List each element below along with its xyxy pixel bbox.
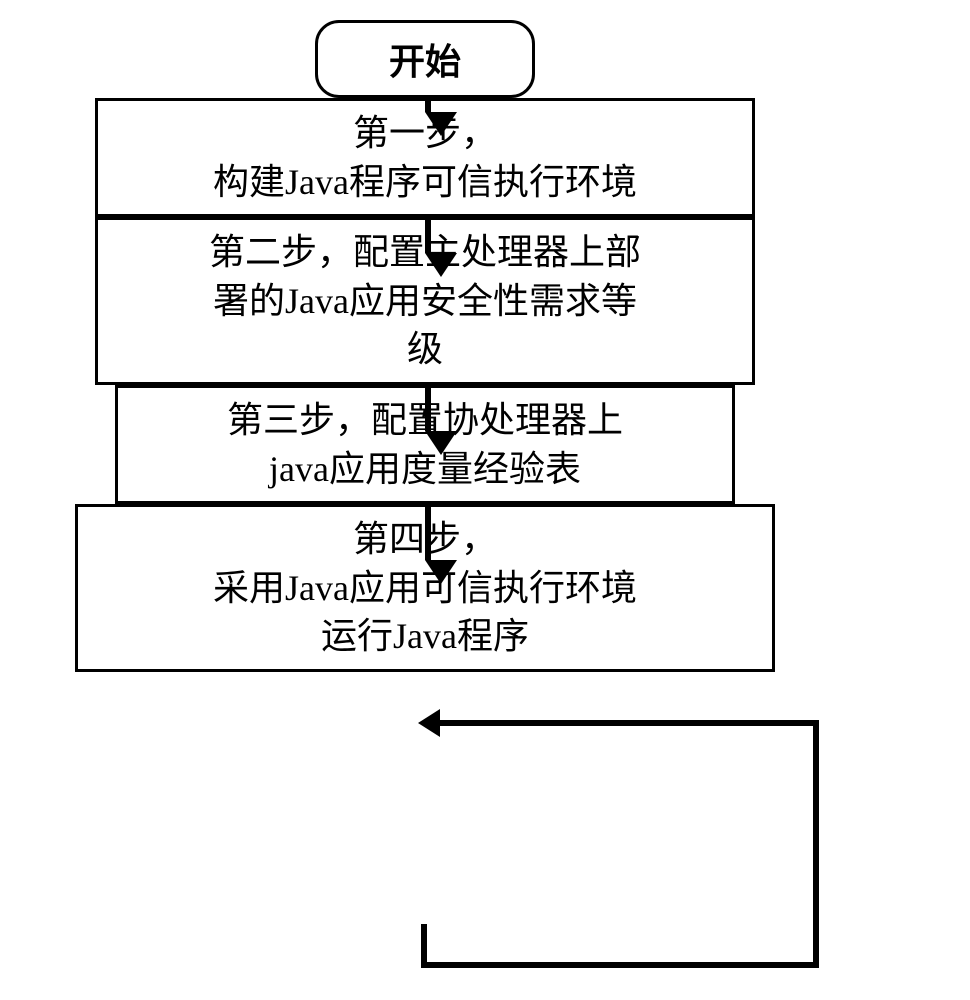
loop-seg-top [440, 720, 819, 726]
step2-line2: 署的Java应用安全性需求等 [213, 277, 637, 326]
flowchart: 开始 第一步， 构建Java程序可信执行环境 第二步，配置主处理器上部 署的Ja… [50, 20, 800, 672]
loop-seg-up [813, 720, 819, 968]
loop-seg-down [421, 924, 427, 968]
loop-seg-bottom [421, 962, 819, 968]
step2-line3: 级 [407, 325, 443, 374]
step1-line2: 构建Java程序可信执行环境 [213, 158, 637, 207]
step4-line3: 运行Java程序 [321, 612, 529, 661]
loop-arrowhead [418, 709, 440, 737]
start-label: 开始 [389, 33, 461, 85]
start-node: 开始 [315, 20, 535, 98]
